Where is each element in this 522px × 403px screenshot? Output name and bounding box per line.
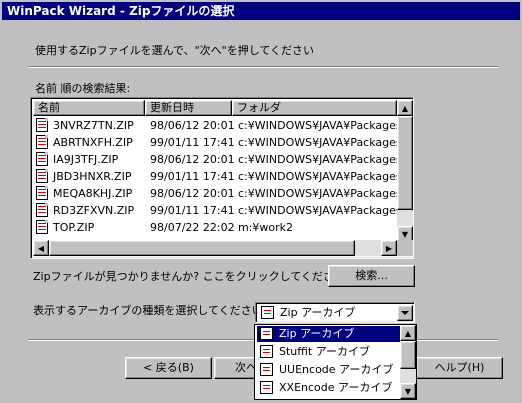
option-label: Zip アーカイブ	[279, 327, 355, 340]
table-row[interactable]: JBD3HNXR.ZIP 99/01/11 17:41 c:¥WINDOWS¥J…	[33, 168, 402, 185]
scroll-down-button[interactable]: ▼	[400, 383, 416, 399]
table-row[interactable]: TOP.ZIP 98/07/22 22:02 m:¥work2	[33, 219, 397, 236]
row-folder: c:¥WINDOWS¥JAVA¥Packages	[238, 170, 402, 183]
title-bar[interactable]: WinPack Wizard - Zipファイルの選択	[2, 2, 520, 20]
row-file-name: 3NVRZ7TN.ZIP	[53, 119, 134, 132]
zip-file-icon	[36, 135, 48, 149]
row-file-name: MEQA8KHJ.ZIP	[53, 187, 133, 200]
archive-type-dropdown-list[interactable]: Zip アーカイブ Stuffit アーカイブ UUEncode アーカイブ X…	[254, 324, 417, 400]
scrollbar-corner	[397, 240, 413, 256]
row-file-name: TOP.ZIP	[53, 221, 95, 234]
table-row[interactable]: RD3ZFXVN.ZIP 99/01/11 17:41 c:¥WINDOWS¥J…	[33, 202, 402, 219]
search-button[interactable]: 検索...	[328, 265, 415, 287]
scroll-up-button[interactable]: ▲	[400, 325, 416, 341]
archive-option-zip[interactable]: Zip アーカイブ	[257, 326, 403, 342]
dropdown-scrollbar[interactable]: ▲ ▼	[400, 325, 416, 399]
zip-file-icon	[36, 220, 48, 234]
row-file-name: ABRTNXFH.ZIP	[53, 136, 133, 149]
column-header-name-label: 名前	[38, 101, 60, 114]
archive-file-icon	[260, 381, 273, 394]
zip-file-icon	[36, 186, 48, 200]
back-button[interactable]: < 戻る(B)	[125, 357, 212, 379]
wizard-window: WinPack Wizard - Zipファイルの選択 使用するZipファイルを…	[0, 0, 522, 403]
option-label: UUEncode アーカイブ	[279, 363, 394, 376]
up-arrow-icon: ▲	[401, 103, 409, 113]
row-date: 99/01/11 17:41	[150, 204, 235, 217]
row-folder: m:¥work2	[238, 221, 294, 234]
scroll-left-button[interactable]: ◀	[33, 240, 49, 256]
down-arrow-icon: ▼	[401, 229, 409, 239]
scroll-thumb[interactable]	[400, 341, 416, 369]
archive-file-icon	[261, 306, 274, 319]
option-label: XXEncode アーカイブ	[279, 381, 393, 394]
option-label: Stuffit アーカイブ	[279, 345, 371, 358]
right-arrow-icon: ▶	[385, 243, 393, 253]
archive-option-stuffit[interactable]: Stuffit アーカイブ	[257, 344, 403, 360]
table-row[interactable]: ABRTNXFH.ZIP 99/01/11 17:41 c:¥WINDOWS¥J…	[33, 134, 402, 151]
vertical-scrollbar[interactable]: ▲ ▼	[397, 100, 413, 242]
row-date: 98/06/12 20:01	[150, 153, 235, 166]
column-header-folder-label: フォルダ	[237, 101, 281, 114]
archive-type-label: 表示するアーカイブの種類を選択してください:	[33, 304, 267, 317]
horizontal-scroll-thumb[interactable]	[49, 240, 355, 256]
instruction-text: 使用するZipファイルを選んで、"次へ"を押してください	[35, 44, 315, 57]
left-arrow-icon: ◀	[37, 243, 45, 253]
down-arrow-icon: ▼	[404, 386, 412, 396]
scroll-thumb[interactable]	[397, 116, 413, 210]
row-date: 98/06/12 20:01	[150, 119, 235, 132]
results-label: 名前 順の検索結果:	[35, 82, 131, 95]
row-date: 99/01/11 17:41	[150, 136, 235, 149]
archive-file-icon	[260, 363, 273, 376]
chevron-down-icon	[401, 311, 409, 315]
zip-file-icon	[36, 118, 48, 132]
archive-option-uuencode[interactable]: UUEncode アーカイブ	[257, 362, 403, 378]
row-file-name: RD3ZFXVN.ZIP	[53, 204, 135, 217]
dropdown-button[interactable]	[397, 305, 413, 321]
row-folder: c:¥WINDOWS¥JAVA¥Packages	[238, 119, 402, 132]
row-folder: c:¥WINDOWS¥JAVA¥Packages	[238, 204, 402, 217]
horizontal-scrollbar[interactable]: ◀ ▶	[33, 240, 397, 256]
zip-file-icon	[36, 152, 48, 166]
table-row[interactable]: MEQA8KHJ.ZIP 98/06/12 20:01 c:¥WINDOWS¥J…	[33, 185, 402, 202]
table-row[interactable]: 3NVRZ7TN.ZIP 98/06/12 20:01 c:¥WINDOWS¥J…	[33, 117, 402, 134]
scroll-right-button[interactable]: ▶	[381, 240, 397, 256]
window-title: WinPack Wizard - Zipファイルの選択	[7, 4, 235, 18]
row-folder: c:¥WINDOWS¥JAVA¥Packages	[238, 153, 402, 166]
archive-option-xxencode[interactable]: XXEncode アーカイブ	[257, 380, 403, 396]
table-row[interactable]: IA9J3TFJ.ZIP 98/06/12 20:01 c:¥WINDOWS¥J…	[33, 151, 402, 168]
row-date: 98/06/12 20:01	[150, 187, 235, 200]
row-folder: c:¥WINDOWS¥JAVA¥Packages	[238, 187, 402, 200]
row-file-name: IA9J3TFJ.ZIP	[53, 153, 119, 166]
column-header-date[interactable]: 更新日時	[145, 100, 232, 116]
archive-type-select[interactable]: Zip アーカイブ	[255, 302, 415, 323]
scroll-up-button[interactable]: ▲	[397, 100, 413, 116]
archive-type-selected: Zip アーカイブ	[280, 306, 356, 319]
help-button[interactable]: ヘルプ(H)	[416, 357, 503, 379]
row-date: 98/07/22 22:02	[150, 221, 235, 234]
column-header-date-label: 更新日時	[150, 101, 194, 114]
row-file-name: JBD3HNXR.ZIP	[53, 170, 132, 183]
separator	[28, 66, 498, 68]
not-found-text: Zipファイルが見つかりませんか? ここをクリックしてください:	[33, 270, 349, 283]
file-list[interactable]: 名前 更新日時 フォルダ 3NVRZ7TN.ZIP 98/06/12 20:01…	[30, 97, 414, 259]
column-header-folder[interactable]: フォルダ	[232, 100, 397, 116]
row-date: 99/01/11 17:41	[150, 170, 235, 183]
column-header-name[interactable]: 名前	[33, 100, 145, 116]
zip-file-icon	[36, 169, 48, 183]
archive-file-icon	[260, 327, 273, 340]
archive-file-icon	[260, 345, 273, 358]
zip-file-icon	[36, 203, 48, 217]
row-folder: c:¥WINDOWS¥JAVA¥Packages	[238, 136, 402, 149]
up-arrow-icon: ▲	[404, 328, 412, 338]
